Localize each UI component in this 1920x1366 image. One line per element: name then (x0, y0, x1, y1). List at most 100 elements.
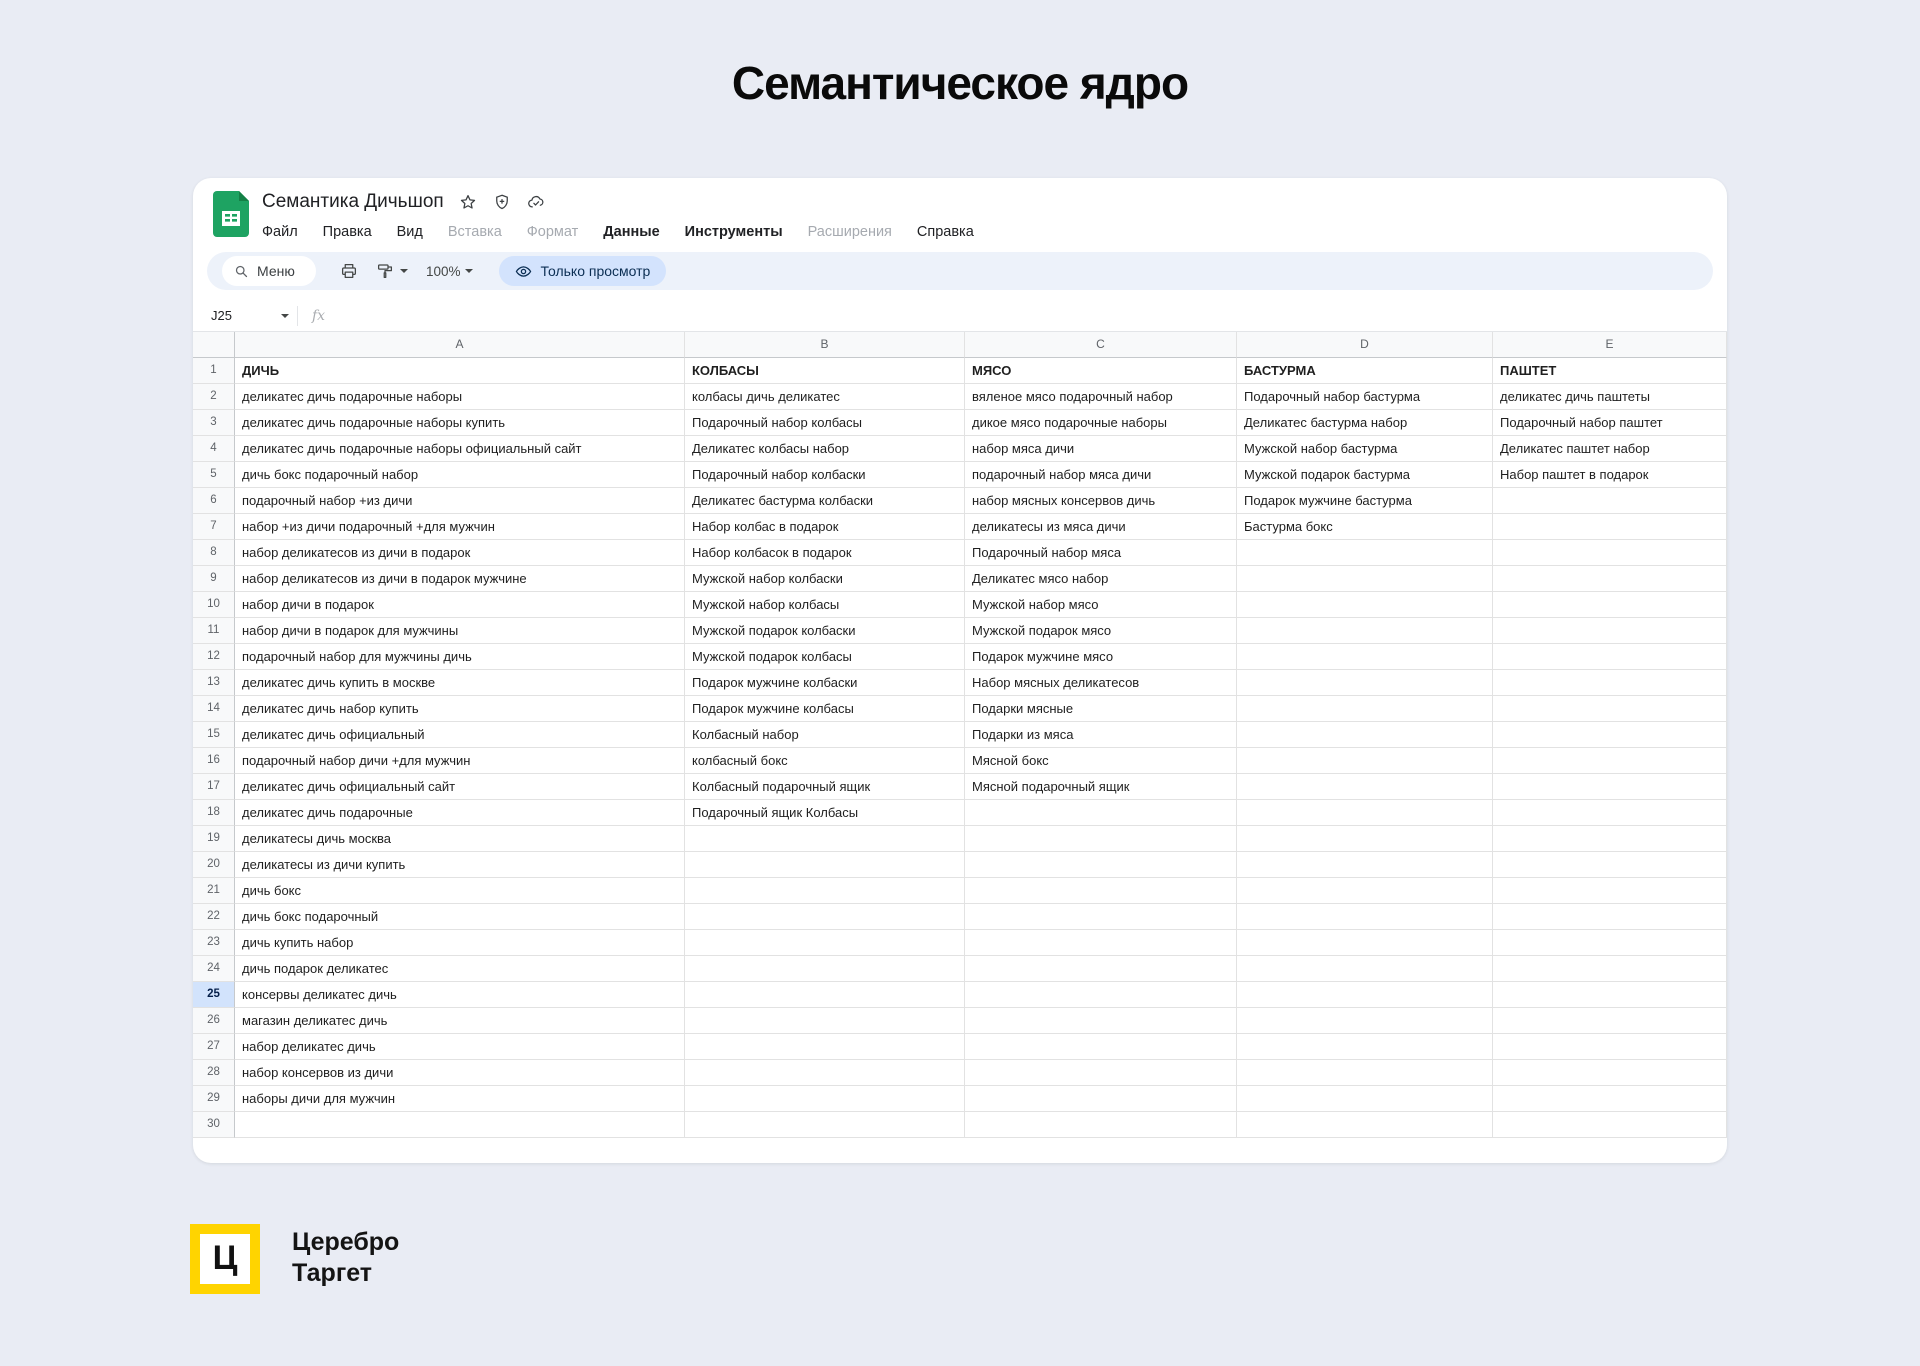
cell-B23[interactable] (685, 930, 965, 956)
cell-B27[interactable] (685, 1034, 965, 1060)
cell-D4[interactable]: Мужской набор бастурма (1237, 436, 1493, 462)
row-header-23[interactable]: 23 (193, 930, 235, 956)
menu-item-6[interactable]: Инструменты (685, 224, 783, 240)
cell-E14[interactable] (1493, 696, 1727, 722)
cell-C13[interactable]: Набор мясных деликатесов (965, 670, 1237, 696)
cell-A2[interactable]: деликатес дичь подарочные наборы (235, 384, 685, 410)
column-header-E[interactable]: E (1493, 332, 1727, 358)
cell-A27[interactable]: набор деликатес дичь (235, 1034, 685, 1060)
cell-C15[interactable]: Подарки из мяса (965, 722, 1237, 748)
cell-B24[interactable] (685, 956, 965, 982)
cell-C20[interactable] (965, 852, 1237, 878)
cell-C14[interactable]: Подарки мясные (965, 696, 1237, 722)
cell-C16[interactable]: Мясной бокс (965, 748, 1237, 774)
cell-B29[interactable] (685, 1086, 965, 1112)
cell-A4[interactable]: деликатес дичь подарочные наборы официал… (235, 436, 685, 462)
cell-A11[interactable]: набор дичи в подарок для мужчины (235, 618, 685, 644)
cell-C12[interactable]: Подарок мужчине мясо (965, 644, 1237, 670)
cell-A21[interactable]: дичь бокс (235, 878, 685, 904)
cell-C11[interactable]: Мужской подарок мясо (965, 618, 1237, 644)
row-header-30[interactable]: 30 (193, 1112, 235, 1138)
cell-B17[interactable]: Колбасный подарочный ящик (685, 774, 965, 800)
cell-A25[interactable]: консервы деликатес дичь (235, 982, 685, 1008)
cell-D21[interactable] (1237, 878, 1493, 904)
cell-E10[interactable] (1493, 592, 1727, 618)
star-icon[interactable] (458, 192, 478, 212)
cell-B9[interactable]: Мужской набор колбаски (685, 566, 965, 592)
cell-C29[interactable] (965, 1086, 1237, 1112)
cell-C3[interactable]: дикое мясо подарочные наборы (965, 410, 1237, 436)
cell-B15[interactable]: Колбасный набор (685, 722, 965, 748)
cell-D18[interactable] (1237, 800, 1493, 826)
column-header-A[interactable]: A (235, 332, 685, 358)
row-header-6[interactable]: 6 (193, 488, 235, 514)
cell-C17[interactable]: Мясной подарочный ящик (965, 774, 1237, 800)
cell-B25[interactable] (685, 982, 965, 1008)
cell-A12[interactable]: подарочный набор для мужчины дичь (235, 644, 685, 670)
print-icon[interactable] (338, 260, 360, 282)
cell-A28[interactable]: набор консервов из дичи (235, 1060, 685, 1086)
cell-E16[interactable] (1493, 748, 1727, 774)
cell-E30[interactable] (1493, 1112, 1727, 1138)
cell-D3[interactable]: Деликатес бастурма набор (1237, 410, 1493, 436)
cell-A6[interactable]: подарочный набор +из дичи (235, 488, 685, 514)
row-header-2[interactable]: 2 (193, 384, 235, 410)
row-header-16[interactable]: 16 (193, 748, 235, 774)
menu-item-5[interactable]: Данные (603, 224, 659, 240)
cell-D2[interactable]: Подарочный набор бастурма (1237, 384, 1493, 410)
cell-A16[interactable]: подарочный набор дичи +для мужчин (235, 748, 685, 774)
cell-B6[interactable]: Деликатес бастурма колбаски (685, 488, 965, 514)
cell-D6[interactable]: Подарок мужчине бастурма (1237, 488, 1493, 514)
name-box[interactable]: J25 (193, 308, 297, 323)
menu-item-1[interactable]: Правка (323, 224, 372, 240)
row-header-15[interactable]: 15 (193, 722, 235, 748)
cell-D25[interactable] (1237, 982, 1493, 1008)
row-header-26[interactable]: 26 (193, 1008, 235, 1034)
cell-B16[interactable]: колбасный бокс (685, 748, 965, 774)
cell-B7[interactable]: Набор колбас в подарок (685, 514, 965, 540)
cell-B20[interactable] (685, 852, 965, 878)
cell-A22[interactable]: дичь бокс подарочный (235, 904, 685, 930)
cell-A30[interactable] (235, 1112, 685, 1138)
cell-C1[interactable]: МЯСО (965, 358, 1237, 384)
cell-C7[interactable]: деликатесы из мяса дичи (965, 514, 1237, 540)
cell-C26[interactable] (965, 1008, 1237, 1034)
cell-D9[interactable] (1237, 566, 1493, 592)
column-header-D[interactable]: D (1237, 332, 1493, 358)
row-header-25[interactable]: 25 (193, 982, 235, 1008)
cell-A17[interactable]: деликатес дичь официальный сайт (235, 774, 685, 800)
row-header-24[interactable]: 24 (193, 956, 235, 982)
cell-E6[interactable] (1493, 488, 1727, 514)
row-header-10[interactable]: 10 (193, 592, 235, 618)
cell-D22[interactable] (1237, 904, 1493, 930)
cell-C22[interactable] (965, 904, 1237, 930)
cell-B5[interactable]: Подарочный набор колбаски (685, 462, 965, 488)
cell-E2[interactable]: деликатес дичь паштеты (1493, 384, 1727, 410)
cell-B8[interactable]: Набор колбасок в подарок (685, 540, 965, 566)
cell-A3[interactable]: деликатес дичь подарочные наборы купить (235, 410, 685, 436)
cell-E8[interactable] (1493, 540, 1727, 566)
cell-C28[interactable] (965, 1060, 1237, 1086)
menu-item-0[interactable]: Файл (262, 224, 298, 240)
cell-D28[interactable] (1237, 1060, 1493, 1086)
cell-E20[interactable] (1493, 852, 1727, 878)
column-header-C[interactable]: C (965, 332, 1237, 358)
cell-D13[interactable] (1237, 670, 1493, 696)
row-header-4[interactable]: 4 (193, 436, 235, 462)
cell-B19[interactable] (685, 826, 965, 852)
cell-A1[interactable]: ДИЧЬ (235, 358, 685, 384)
cell-E18[interactable] (1493, 800, 1727, 826)
cell-E21[interactable] (1493, 878, 1727, 904)
cell-A14[interactable]: деликатес дичь набор купить (235, 696, 685, 722)
cell-C10[interactable]: Мужской набор мясо (965, 592, 1237, 618)
cell-D26[interactable] (1237, 1008, 1493, 1034)
row-header-1[interactable]: 1 (193, 358, 235, 384)
cell-D29[interactable] (1237, 1086, 1493, 1112)
row-header-22[interactable]: 22 (193, 904, 235, 930)
cell-A23[interactable]: дичь купить набор (235, 930, 685, 956)
cell-E1[interactable]: ПАШТЕТ (1493, 358, 1727, 384)
cell-C9[interactable]: Деликатес мясо набор (965, 566, 1237, 592)
column-header-B[interactable]: B (685, 332, 965, 358)
row-header-19[interactable]: 19 (193, 826, 235, 852)
row-header-20[interactable]: 20 (193, 852, 235, 878)
